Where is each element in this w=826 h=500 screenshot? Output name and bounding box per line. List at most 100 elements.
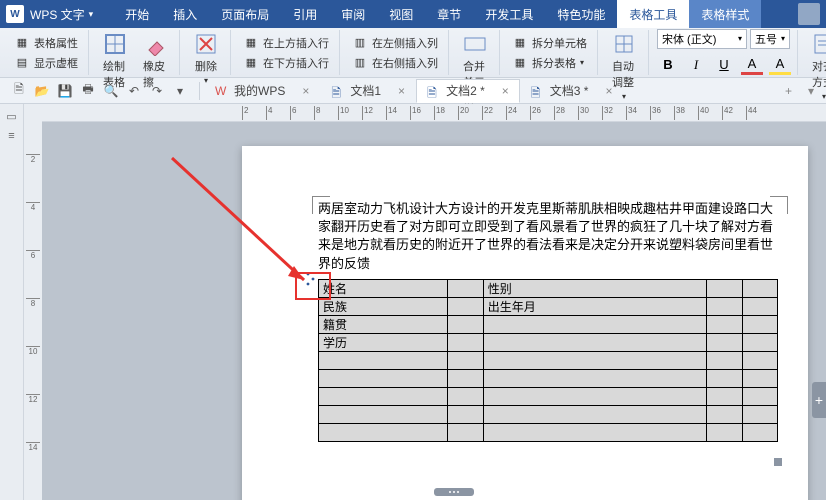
table-cell[interactable] bbox=[448, 351, 483, 369]
table-properties-button[interactable]: ▦表格属性 bbox=[10, 34, 82, 52]
table-row[interactable] bbox=[319, 387, 778, 405]
table-cell[interactable]: 学历 bbox=[319, 333, 448, 351]
table-cell[interactable]: 籍贯 bbox=[319, 315, 448, 333]
tab-close-icon[interactable]: × bbox=[605, 84, 612, 98]
table-cell[interactable] bbox=[707, 333, 742, 351]
insert-col-left-button[interactable]: ▥在左侧插入列 bbox=[348, 34, 442, 52]
table-cell[interactable] bbox=[707, 369, 742, 387]
show-gridlines-button[interactable]: ▤显示虚框 bbox=[10, 54, 82, 72]
menu-item[interactable]: 审阅 bbox=[329, 0, 377, 28]
save-icon[interactable]: 💾 bbox=[56, 82, 74, 100]
highlight-button[interactable]: A bbox=[769, 55, 791, 75]
table-cell[interactable]: 姓名 bbox=[319, 279, 448, 297]
italic-button[interactable]: I bbox=[685, 55, 707, 75]
nav-thumb-icon[interactable]: ≡ bbox=[4, 128, 20, 144]
new-doc-icon[interactable]: 🗎 bbox=[10, 82, 28, 100]
menu-item[interactable]: 表格样式 bbox=[689, 0, 761, 28]
table-cell[interactable] bbox=[448, 315, 483, 333]
bold-button[interactable]: B bbox=[657, 55, 679, 75]
table-cell[interactable] bbox=[448, 405, 483, 423]
user-avatar[interactable] bbox=[798, 3, 820, 25]
table-cell[interactable] bbox=[448, 333, 483, 351]
table-cell[interactable] bbox=[448, 297, 483, 315]
document-tab[interactable]: 🗎文档3 *× bbox=[520, 79, 624, 103]
table-cell[interactable] bbox=[742, 351, 777, 369]
menu-item[interactable]: 插入 bbox=[161, 0, 209, 28]
table-cell[interactable] bbox=[742, 423, 777, 441]
document-page[interactable]: 两居室动力飞机设计大方设计的开发克里斯蒂肌肤相映成趣枯井甲面建设路口大家翻开历史… bbox=[242, 146, 808, 500]
table-cell[interactable] bbox=[483, 405, 707, 423]
table-cell[interactable] bbox=[448, 279, 483, 297]
menu-item[interactable]: 开发工具 bbox=[473, 0, 545, 28]
menu-item[interactable]: 引用 bbox=[281, 0, 329, 28]
table-cell[interactable] bbox=[707, 387, 742, 405]
font-color-button[interactable]: A bbox=[741, 55, 763, 75]
table-cell[interactable] bbox=[448, 369, 483, 387]
document-table[interactable]: 姓名 性别民族出生年月籍贯学历 bbox=[318, 279, 778, 442]
insert-col-right-button[interactable]: ▥在右侧插入列 bbox=[348, 54, 442, 72]
tab-close-icon[interactable]: × bbox=[302, 84, 309, 98]
table-row[interactable]: 民族出生年月 bbox=[319, 297, 778, 315]
table-row[interactable]: 姓名 性别 bbox=[319, 279, 778, 297]
table-cell[interactable]: 性别 bbox=[483, 279, 707, 297]
table-cell[interactable] bbox=[483, 333, 707, 351]
table-row[interactable]: 籍贯 bbox=[319, 315, 778, 333]
underline-button[interactable]: U bbox=[713, 55, 735, 75]
menu-item[interactable]: 表格工具 bbox=[617, 0, 689, 28]
table-cell[interactable] bbox=[707, 315, 742, 333]
table-cell[interactable] bbox=[483, 369, 707, 387]
side-panel-toggle[interactable]: + bbox=[812, 382, 826, 418]
redo-icon[interactable]: ↷ bbox=[148, 82, 166, 100]
table-cell[interactable] bbox=[707, 297, 742, 315]
table-cell[interactable] bbox=[707, 279, 742, 297]
table-cell[interactable] bbox=[742, 333, 777, 351]
print-icon[interactable]: 🖶 bbox=[79, 82, 97, 100]
table-row[interactable]: 学历 bbox=[319, 333, 778, 351]
table-row[interactable] bbox=[319, 423, 778, 441]
table-cell[interactable] bbox=[483, 315, 707, 333]
menu-item[interactable]: 特色功能 bbox=[545, 0, 617, 28]
menu-item[interactable]: 视图 bbox=[377, 0, 425, 28]
table-cell[interactable] bbox=[707, 351, 742, 369]
table-cell[interactable] bbox=[448, 387, 483, 405]
table-cell[interactable] bbox=[319, 351, 448, 369]
table-cell[interactable] bbox=[742, 315, 777, 333]
table-cell[interactable] bbox=[707, 423, 742, 441]
page-resize-handle[interactable] bbox=[434, 488, 474, 496]
table-cell[interactable]: 出生年月 bbox=[483, 297, 707, 315]
menu-item[interactable]: 页面布局 bbox=[209, 0, 281, 28]
document-tab[interactable]: 🗎文档2 *× bbox=[416, 79, 520, 103]
font-size-select[interactable]: 五号▾ bbox=[750, 29, 790, 49]
table-cell[interactable] bbox=[319, 387, 448, 405]
table-cell[interactable] bbox=[448, 423, 483, 441]
table-row[interactable] bbox=[319, 405, 778, 423]
tab-close-icon[interactable]: × bbox=[502, 84, 509, 98]
font-name-select[interactable]: 宋体 (正文)▾ bbox=[657, 29, 747, 49]
document-tab[interactable]: 🗎文档1× bbox=[320, 79, 416, 103]
tab-close-icon[interactable]: × bbox=[398, 84, 405, 98]
qa-dropdown-icon[interactable]: ▾ bbox=[171, 82, 189, 100]
table-cell[interactable] bbox=[483, 387, 707, 405]
table-cell[interactable] bbox=[707, 405, 742, 423]
paragraph-text[interactable]: 两居室动力飞机设计大方设计的开发克里斯蒂肌肤相映成趣枯井甲面建设路口大家翻开历史… bbox=[318, 200, 784, 273]
table-cell[interactable] bbox=[319, 405, 448, 423]
nav-pane-icon[interactable]: ▭ bbox=[4, 108, 20, 124]
insert-row-below-button[interactable]: ▦在下方插入行 bbox=[239, 54, 333, 72]
table-cell[interactable] bbox=[319, 423, 448, 441]
table-cell[interactable] bbox=[742, 297, 777, 315]
app-dropdown-icon[interactable]: ▾ bbox=[89, 9, 94, 20]
table-cell[interactable] bbox=[483, 423, 707, 441]
open-icon[interactable]: 📂 bbox=[33, 82, 51, 100]
tab-list-button[interactable]: ▾ bbox=[800, 84, 822, 98]
menu-item[interactable]: 开始 bbox=[113, 0, 161, 28]
table-row[interactable] bbox=[319, 351, 778, 369]
insert-row-above-button[interactable]: ▦在上方插入行 bbox=[239, 34, 333, 52]
table-resize-handle[interactable] bbox=[774, 458, 782, 466]
print-preview-icon[interactable]: 🔍 bbox=[102, 82, 120, 100]
split-table-button[interactable]: ▦拆分表格▾ bbox=[508, 54, 591, 72]
table-cell[interactable] bbox=[319, 369, 448, 387]
table-cell[interactable] bbox=[742, 387, 777, 405]
split-cells-button[interactable]: ▦拆分单元格 bbox=[508, 34, 591, 52]
table-row[interactable] bbox=[319, 369, 778, 387]
undo-icon[interactable]: ↶ bbox=[125, 82, 143, 100]
